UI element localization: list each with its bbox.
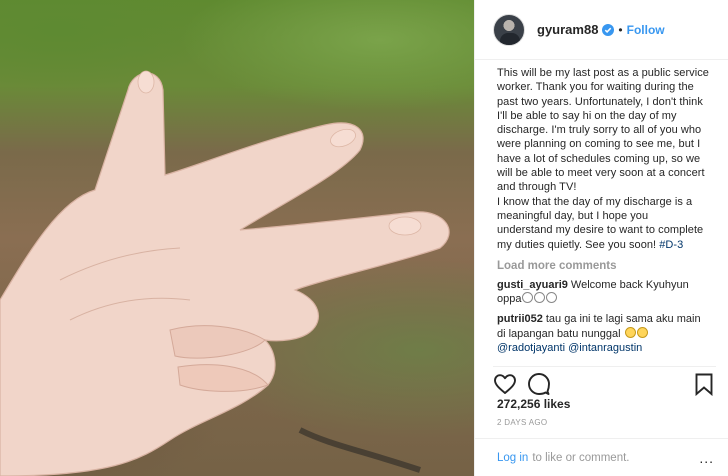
caption-line: meaningful day, but I hope you xyxy=(497,209,649,222)
comments-list[interactable]: This will be my last post as a public se… xyxy=(475,60,728,360)
comment-item: gusti_ayuari9 Welcome back Kyuhyun oppa xyxy=(497,278,710,307)
login-prompt-text: to like or comment. xyxy=(532,451,630,464)
caption-line: were planning on coming to see me, but I xyxy=(497,138,701,151)
post-side-panel: gyuram88 • Follow This will be my last p… xyxy=(474,0,728,476)
post-caption: This will be my last post as a public se… xyxy=(497,66,710,252)
mention-link[interactable]: @radotjayanti xyxy=(497,342,565,354)
hand-peace-sign-image xyxy=(0,70,450,476)
action-bar xyxy=(493,366,716,396)
caption-line: discharge. I'm truly sorry to all of you… xyxy=(497,124,702,137)
heart-icon[interactable] xyxy=(493,372,517,396)
mention-link[interactable]: @intanragustin xyxy=(568,342,642,354)
caption-line: and through TV! xyxy=(497,181,577,194)
caption-line: will be able to meet very soon at a conc… xyxy=(497,167,705,180)
heart-eyes-emoji-icon xyxy=(522,292,534,304)
caption-line: worker. Thank you for waiting during the xyxy=(497,81,694,94)
comment-item: putrii052 tau ga ini te lagi sama aku mai… xyxy=(497,312,710,355)
post-photo[interactable] xyxy=(0,0,474,476)
comment-text: di lapangan batu nunggal xyxy=(497,327,621,340)
bookmark-icon[interactable] xyxy=(692,372,716,396)
caption-line: have a lot of schedules coming up, so we xyxy=(497,152,701,165)
smile-emoji-icon xyxy=(546,292,558,304)
login-footer: Log in to like or comment. ... xyxy=(475,438,728,476)
load-more-comments-button[interactable]: Load more comments xyxy=(497,260,710,272)
more-options-icon[interactable]: ... xyxy=(699,450,714,466)
login-link[interactable]: Log in xyxy=(497,452,528,464)
separator-dot: • xyxy=(618,22,623,37)
avatar[interactable] xyxy=(493,13,525,46)
caption-line: understand my desire to want to complete xyxy=(497,224,704,237)
caption-line: I'll be able to say hi on the day of my xyxy=(497,109,677,122)
comment-text: oppa xyxy=(497,293,522,306)
comment-bubble-icon[interactable] xyxy=(527,372,551,396)
follow-button[interactable]: Follow xyxy=(627,23,665,37)
likes-count[interactable]: 272,256 likes xyxy=(497,397,570,411)
post-header: gyuram88 • Follow xyxy=(475,0,728,60)
grinning-emoji-icon xyxy=(624,326,636,338)
smile-emoji-icon xyxy=(534,292,546,304)
grinning-emoji-icon xyxy=(636,326,648,338)
hashtag-link[interactable]: #D-3 xyxy=(659,239,683,251)
comment-text: Welcome back Kyuhyun xyxy=(570,278,689,291)
caption-line-text: my duties quietly. See you soon! xyxy=(497,238,657,251)
comment-username[interactable]: putrii052 xyxy=(497,313,543,325)
username-link[interactable]: gyuram88 xyxy=(537,22,598,37)
caption-line: my duties quietly. See you soon! #D-3 xyxy=(497,238,710,252)
caption-line: past two years. Unfortunately, I don't t… xyxy=(497,95,703,108)
caption-line: This will be my last post as a public se… xyxy=(497,67,709,79)
comment-text: tau ga ini te lagi sama aku main xyxy=(545,313,701,326)
caption-line: I know that the day of my discharge is a xyxy=(497,195,693,208)
post-timestamp: 2 DAYS AGO xyxy=(497,418,548,427)
comment-username[interactable]: gusti_ayuari9 xyxy=(497,279,568,291)
verified-badge-icon xyxy=(602,23,615,36)
